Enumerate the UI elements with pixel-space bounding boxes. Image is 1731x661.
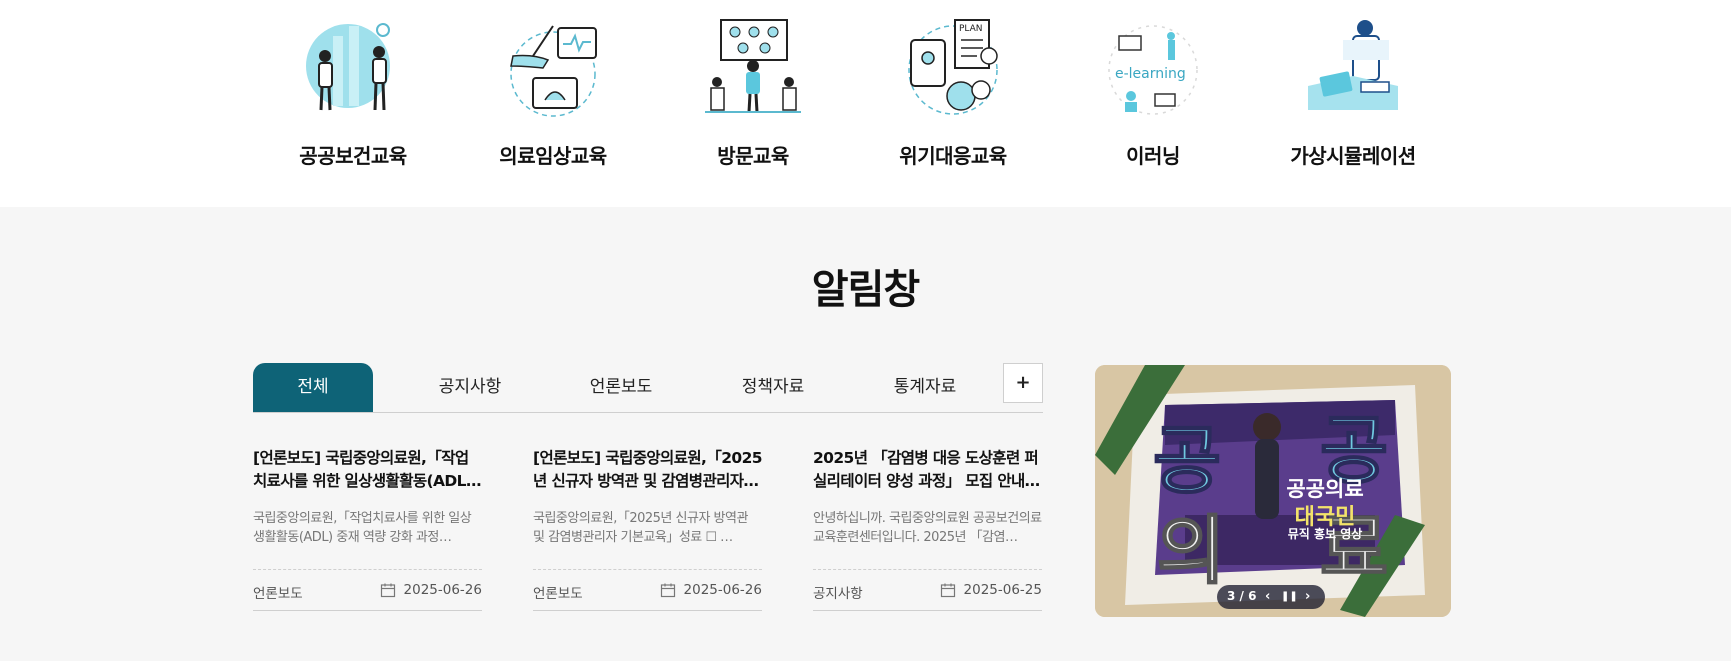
category-label: 가상시뮬레이션 bbox=[1290, 144, 1416, 168]
notice-list: [언론보도] 국립중앙의료원,「작업치료사를 위한 일상생활활동(ADL) … … bbox=[253, 447, 1043, 647]
slide-counter: 3 / 6 bbox=[1227, 589, 1257, 603]
visiting-education-icon bbox=[705, 19, 801, 113]
tab-press[interactable]: 언론보도 bbox=[561, 363, 681, 412]
notice-category: 언론보도 bbox=[253, 586, 303, 602]
category-label: 위기대응교육 bbox=[899, 144, 1007, 168]
calendar-icon bbox=[660, 583, 676, 598]
crisis-response-education-icon: PLAN bbox=[908, 19, 998, 115]
virtual-simulation-icon bbox=[1308, 20, 1398, 110]
tab-notices[interactable]: 공지사항 bbox=[410, 363, 530, 412]
banner-caption: 뮤직 홍보 영상 bbox=[1287, 527, 1363, 541]
notice-summary: 안녕하십니까. 국립중앙의료원 공공보건의료교육훈련센터입니다. 2025년 「… bbox=[813, 511, 1042, 545]
next-slide-button[interactable]: › bbox=[1305, 588, 1310, 605]
calendar-icon bbox=[380, 583, 396, 598]
calendar-icon bbox=[940, 583, 956, 598]
svg-text:PLAN: PLAN bbox=[959, 24, 983, 34]
notice-card[interactable]: [언론보도] 국립중앙의료원,「작업치료사를 위한 일상생활활동(ADL) … … bbox=[253, 447, 482, 625]
category-clinical[interactable]: 의료임상교육 bbox=[463, 0, 643, 207]
tab-all[interactable]: 전체 bbox=[253, 363, 373, 412]
category-elearning[interactable]: e-learning 이러닝 bbox=[1063, 0, 1243, 207]
notice-card[interactable]: [언론보도] 국립중앙의료원,「2025년 신규자 방역관 및 감염병관리자… … bbox=[533, 447, 762, 625]
tab-policy[interactable]: 정책자료 bbox=[713, 363, 833, 412]
category-visiting[interactable]: 방문교육 bbox=[663, 0, 843, 207]
notice-meta: 언론보도 2025-06-26 bbox=[253, 569, 482, 611]
notice-card[interactable]: 2025년 「감염병 대응 도상훈련 퍼실리테이터 양성 과정」 모집 안내… … bbox=[813, 447, 1042, 625]
category-public-health[interactable]: 공공보건교육 bbox=[263, 0, 443, 207]
notice-title: [언론보도] 국립중앙의료원,「작업치료사를 위한 일상생활활동(ADL) … bbox=[253, 449, 473, 490]
svg-text:e-learning: e-learning bbox=[1115, 66, 1186, 82]
category-crisis[interactable]: PLAN 위기대응교육 bbox=[863, 0, 1043, 207]
notice-summary: 국립중앙의료원,「2025년 신규자 방역관 및 감염병관리자 기본교육」성료 … bbox=[533, 511, 748, 545]
notice-title: [언론보도] 국립중앙의료원,「2025년 신규자 방역관 및 감염병관리자… bbox=[533, 449, 762, 490]
notice-date: 2025-06-26 bbox=[403, 582, 482, 598]
notice-meta: 언론보도 2025-06-26 bbox=[533, 569, 762, 611]
notice-date: 2025-06-26 bbox=[683, 582, 762, 598]
notice-meta: 공지사항 2025-06-25 bbox=[813, 569, 1042, 611]
public-health-education-icon bbox=[306, 23, 390, 111]
e-learning-icon: e-learning bbox=[1108, 25, 1198, 115]
category-label: 의료임상교육 bbox=[499, 144, 607, 168]
notice-summary: 국립중앙의료원,「작업치료사를 위한 일상생활활동(ADL) 중재 역량 강화 … bbox=[253, 511, 472, 545]
banner-char: 의 bbox=[1156, 507, 1226, 595]
notice-tabs: 전체 공지사항 언론보도 정책자료 통계자료 + bbox=[253, 363, 1043, 413]
more-button[interactable]: + bbox=[1003, 363, 1043, 403]
category-label: 방문교육 bbox=[717, 144, 789, 168]
clinical-education-icon bbox=[510, 25, 597, 117]
slide-controls: 3 / 6 ‹ ❚❚ › bbox=[1217, 585, 1325, 609]
prev-slide-button[interactable]: ‹ bbox=[1265, 588, 1270, 605]
pause-button[interactable]: ❚❚ bbox=[1281, 588, 1298, 605]
notice-date: 2025-06-25 bbox=[963, 582, 1042, 598]
section-title: 알림창 bbox=[811, 267, 920, 313]
category-strip: 공공보건교육 의료임상교육 방문교육 PLAN 위기대응교육 e-learnin… bbox=[0, 0, 1731, 207]
tab-statistics[interactable]: 통계자료 bbox=[865, 363, 985, 412]
notice-category: 언론보도 bbox=[533, 586, 583, 602]
promo-video-banner[interactable]: 공 공 의 료 공공의료 대국민 뮤직 홍보 영상 3 / 6 ‹ ❚❚ › bbox=[1095, 365, 1451, 617]
category-simulation[interactable]: 가상시뮬레이션 bbox=[1263, 0, 1443, 207]
notice-board-section: 알림창 전체 공지사항 언론보도 정책자료 통계자료 + [언론보도] 국립중앙… bbox=[0, 207, 1731, 661]
category-label: 공공보건교육 bbox=[299, 144, 407, 168]
category-label: 이러닝 bbox=[1126, 144, 1180, 168]
notice-category: 공지사항 bbox=[813, 586, 863, 602]
notice-title: 2025년 「감염병 대응 도상훈련 퍼실리테이터 양성 과정」 모집 안내… bbox=[813, 449, 1040, 490]
